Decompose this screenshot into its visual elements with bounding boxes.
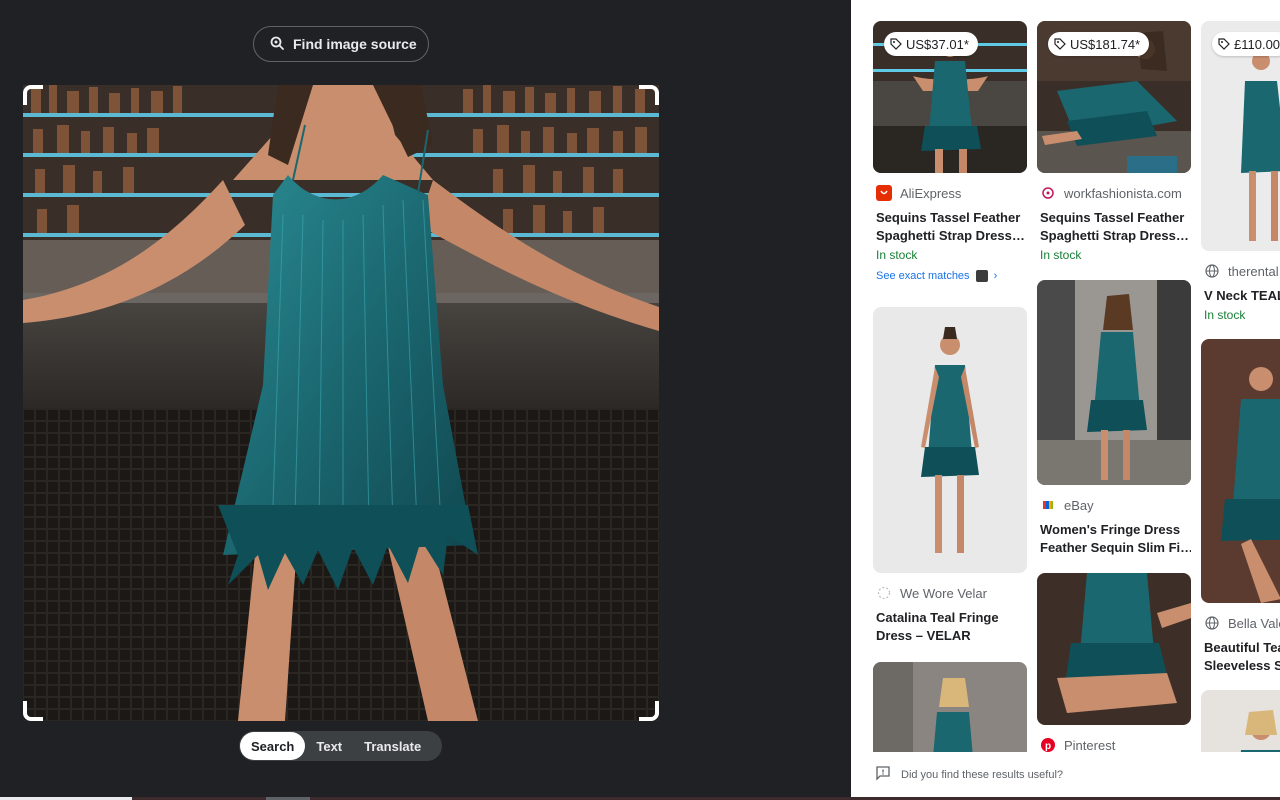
result-thumbnail[interactable] — [1201, 339, 1280, 603]
result-title[interactable]: Beautiful Tea — [1201, 639, 1280, 657]
price-tag: £110.00 — [1212, 32, 1280, 56]
result-title-line2[interactable]: Spaghetti Strap Dress… — [1037, 227, 1191, 245]
workfashionista-icon — [1040, 185, 1056, 201]
tab-search[interactable]: Search — [240, 732, 306, 760]
result-card[interactable]: US$181.74* workfashionista.com Sequins T… — [1037, 21, 1191, 262]
stock-status: In stock — [876, 248, 918, 262]
query-image[interactable] — [23, 85, 659, 721]
result-title-line2[interactable]: Feather Sequin Slim Fi… — [1037, 539, 1191, 557]
lens-search-icon — [269, 35, 285, 54]
result-source: workfashionista.com — [1037, 185, 1191, 201]
find-image-source-button[interactable]: Find image source — [253, 26, 429, 62]
lens-mode-tabs: Search Text Translate — [239, 731, 442, 761]
result-source: Bella Vale — [1201, 615, 1280, 631]
result-title-line2[interactable]: Spaghetti Strap Dress… — [873, 227, 1027, 245]
feedback-label: Did you find these results useful? — [901, 768, 1064, 781]
feedback-icon — [875, 765, 891, 784]
find-image-source-label: Find image source — [293, 36, 417, 52]
stock-status: In stock — [1204, 308, 1246, 322]
wewore-velar-icon — [876, 585, 892, 601]
result-card[interactable]: US$37.01* AliExpress Sequins Tassel Feat… — [873, 21, 1027, 282]
result-title[interactable]: Women's Fringe Dress — [1037, 521, 1191, 539]
result-title[interactable]: Catalina Teal Fringe — [873, 609, 1027, 627]
result-source: therental — [1201, 263, 1280, 279]
pinterest-icon: p — [1040, 737, 1056, 753]
result-card[interactable]: £110.00 therental V Neck TEAL In stock — [1201, 21, 1280, 322]
stock-status: In stock — [1040, 248, 1082, 262]
crop-corner-bottom-right[interactable] — [639, 701, 659, 721]
result-card[interactable]: We Wore Velar Catalina Teal Fringe Dress… — [873, 307, 1027, 645]
result-title[interactable]: Sequins Tassel Feather — [1037, 209, 1191, 227]
tab-text[interactable]: Text — [305, 732, 353, 760]
price-tag: US$37.01* — [884, 32, 978, 56]
result-title-line2[interactable]: Dress – VELAR — [873, 627, 1027, 645]
result-thumbnail[interactable]: US$181.74* — [1037, 21, 1191, 173]
price-tag-icon — [1054, 38, 1066, 50]
ebay-icon — [1040, 497, 1056, 513]
result-thumbnail[interactable] — [1037, 573, 1191, 725]
chevron-right-icon: › — [993, 270, 998, 282]
result-card[interactable]: Bella Vale Beautiful Tea Sleeveless Se — [1201, 339, 1280, 675]
result-title[interactable]: V Neck TEAL — [1201, 287, 1280, 305]
price-tag-icon — [1218, 38, 1230, 50]
tab-translate[interactable]: Translate — [353, 732, 432, 760]
result-thumbnail[interactable] — [873, 307, 1027, 573]
result-source: We Wore Velar — [873, 585, 1027, 601]
result-source: eBay — [1037, 497, 1191, 513]
price-tag: US$181.74* — [1048, 32, 1150, 56]
feedback-bar[interactable]: Did you find these results useful? — [851, 752, 1280, 797]
result-card[interactable]: p Pinterest — [1037, 573, 1191, 753]
price-tag-icon — [890, 38, 902, 50]
svg-text:p: p — [1045, 741, 1051, 752]
result-title[interactable]: Sequins Tassel Feather — [873, 209, 1027, 227]
crop-corner-bottom-left[interactable] — [23, 701, 43, 721]
result-thumbnail[interactable] — [1037, 280, 1191, 485]
crop-corner-top-left[interactable] — [23, 85, 43, 105]
aliexpress-icon — [876, 185, 892, 201]
result-card[interactable]: eBay Women's Fringe Dress Feather Sequin… — [1037, 280, 1191, 557]
see-exact-matches-link[interactable]: See exact matches › — [873, 270, 1027, 282]
result-thumbnail[interactable]: £110.00 — [1201, 21, 1280, 251]
results-pane: US$37.01* AliExpress Sequins Tassel Feat… — [851, 0, 1280, 797]
globe-icon — [1204, 615, 1220, 631]
result-source: AliExpress — [873, 185, 1027, 201]
result-thumbnail[interactable]: US$37.01* — [873, 21, 1027, 173]
result-source: p Pinterest — [1037, 737, 1191, 753]
result-title-line2[interactable]: Sleeveless Se — [1201, 657, 1280, 675]
thumbnail-icon — [975, 270, 988, 282]
crop-corner-top-right[interactable] — [639, 85, 659, 105]
globe-icon — [1204, 263, 1220, 279]
